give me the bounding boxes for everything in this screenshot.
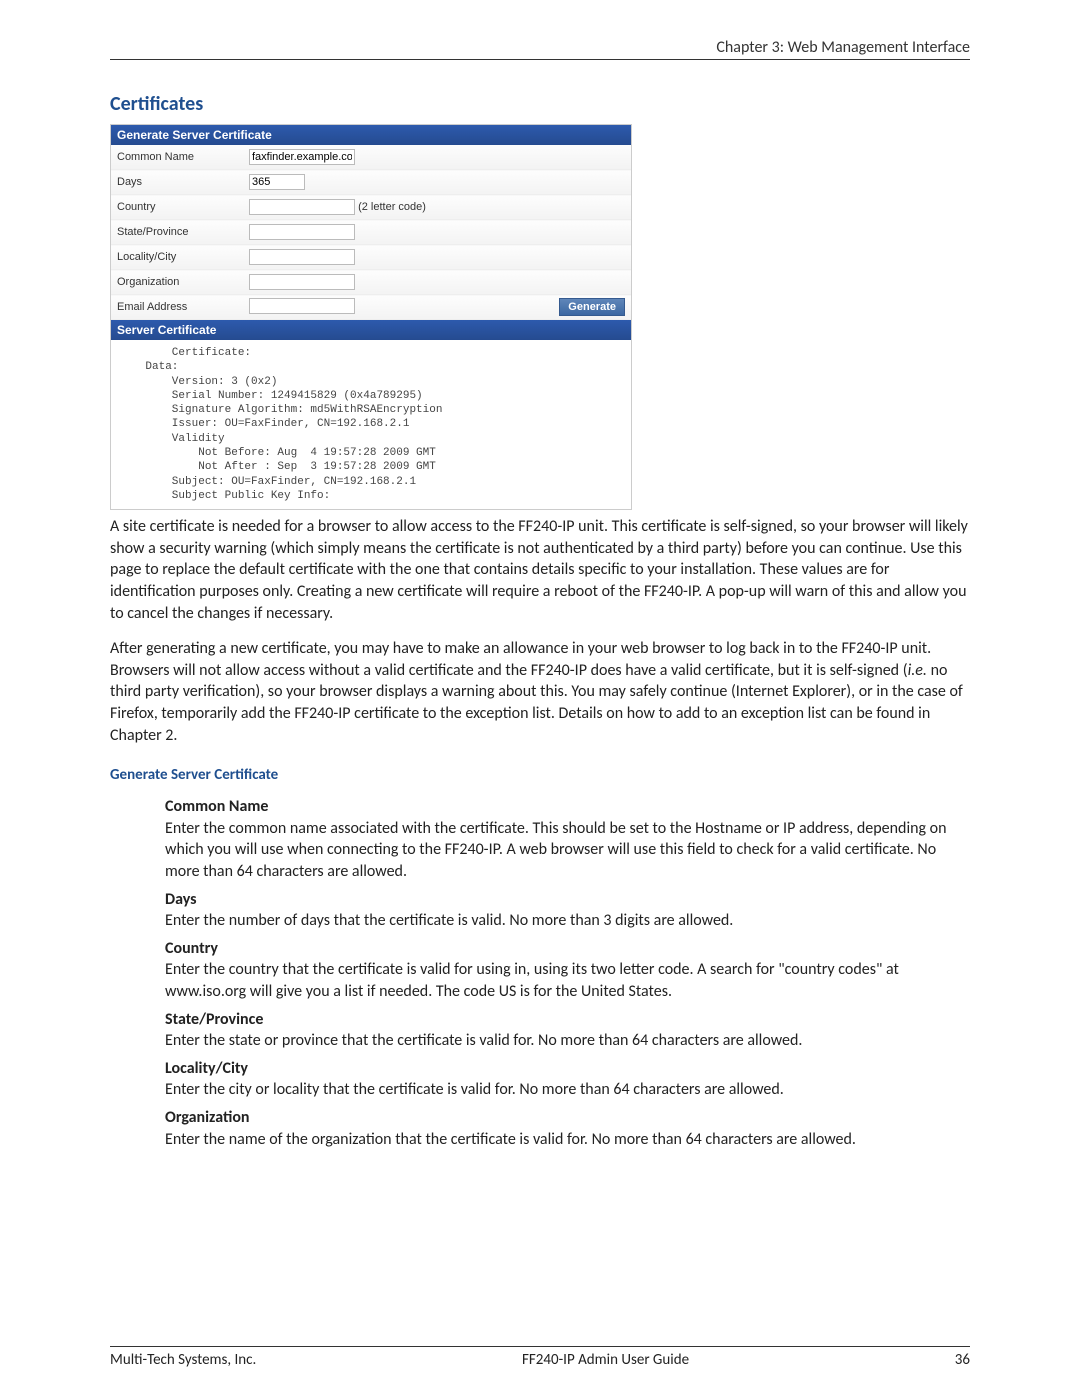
intro-para-2: After generating a new certificate, you … [110, 638, 970, 746]
organization-input[interactable] [249, 274, 355, 290]
intro-para-2-ital: i.e. [908, 661, 927, 680]
panel-header-generate: Generate Server Certificate [111, 125, 631, 145]
locality-input[interactable] [249, 249, 355, 265]
generate-button[interactable]: Generate [559, 298, 625, 316]
label-state: State/Province [111, 220, 243, 245]
country-input[interactable] [249, 199, 355, 215]
page-footer: Multi-Tech Systems, Inc. FF240-IP Admin … [110, 1346, 970, 1369]
def-country-title: Country [165, 938, 970, 960]
def-organization-title: Organization [165, 1107, 970, 1129]
def-days-desc: Enter the number of days that the certif… [165, 910, 970, 932]
panel-header-cert: Server Certificate [111, 320, 631, 340]
intro-para-2a: After generating a new certificate, you … [110, 639, 931, 680]
def-locality-title: Locality/City [165, 1058, 970, 1080]
def-country-desc: Enter the country that the certificate i… [165, 959, 970, 1002]
screenshot-panel: Generate Server Certificate Common Name … [110, 124, 632, 510]
footer-center: FF240-IP Admin User Guide [522, 1351, 689, 1369]
def-locality-desc: Enter the city or locality that the cert… [165, 1079, 970, 1101]
label-country: Country [111, 195, 243, 220]
country-hint: (2 letter code) [358, 201, 426, 213]
def-organization-desc: Enter the name of the organization that … [165, 1129, 970, 1151]
intro-para-1: A site certificate is needed for a brows… [110, 516, 970, 624]
cert-text: Certificate: Data: Version: 3 (0x2) Seri… [111, 340, 631, 509]
def-state-title: State/Province [165, 1009, 970, 1031]
form-table: Common Name Days Country (2 letter code)… [111, 145, 631, 320]
email-input[interactable] [249, 298, 355, 314]
def-common-name-desc: Enter the common name associated with th… [165, 818, 970, 883]
state-input[interactable] [249, 224, 355, 240]
chapter-header: Chapter 3: Web Management Interface [110, 38, 970, 60]
label-organization: Organization [111, 270, 243, 295]
def-days-title: Days [165, 889, 970, 911]
label-days: Days [111, 170, 243, 195]
footer-right: 36 [955, 1351, 970, 1369]
section-title: Certificates [110, 92, 970, 116]
def-common-name-title: Common Name [165, 796, 970, 818]
subhead-generate-cert: Generate Server Certificate [110, 766, 970, 784]
footer-left: Multi-Tech Systems, Inc. [110, 1351, 256, 1369]
label-common-name: Common Name [111, 145, 243, 170]
label-locality: Locality/City [111, 245, 243, 270]
def-state-desc: Enter the state or province that the cer… [165, 1030, 970, 1052]
days-input[interactable] [249, 174, 305, 190]
label-email: Email Address [111, 295, 243, 320]
common-name-input[interactable] [249, 149, 355, 165]
